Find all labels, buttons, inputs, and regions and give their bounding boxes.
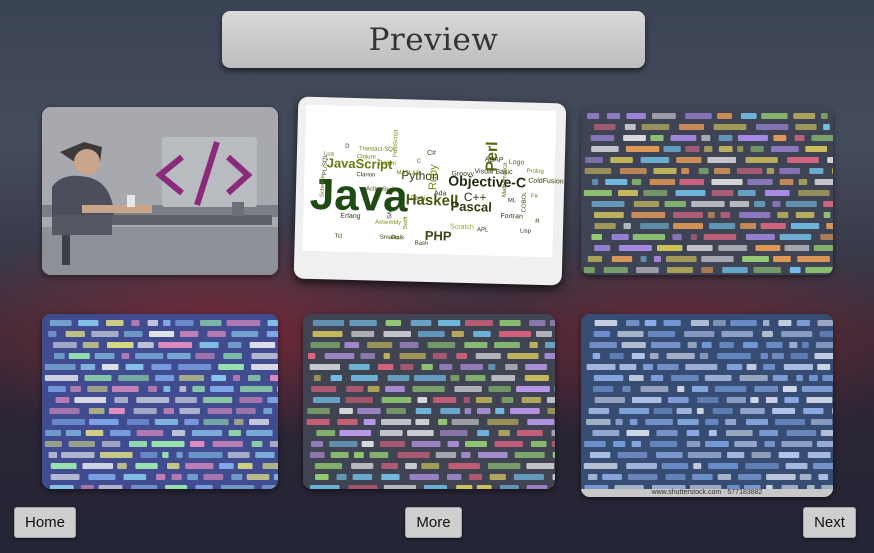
preview-title-banner: Preview bbox=[222, 11, 645, 68]
word-cloud-term: Assembly bbox=[375, 220, 401, 227]
word-cloud-term: PL/SQL bbox=[322, 154, 329, 176]
home-button[interactable]: Home bbox=[14, 507, 76, 538]
thumbnail-language-word-cloud[interactable]: Java JavaScript Python Haskell PHP Pascal Ruby… bbox=[293, 96, 567, 286]
word-cloud-term: Clojure bbox=[357, 154, 377, 161]
word-cloud-term: Clarion bbox=[356, 172, 375, 178]
word-cloud-term: ML bbox=[508, 198, 517, 204]
word-cloud-term: Tcl bbox=[335, 234, 342, 240]
developer-illustration-graphic bbox=[42, 107, 278, 275]
code-screen-dark-graphic bbox=[303, 314, 555, 489]
next-button[interactable]: Next bbox=[803, 507, 856, 538]
word-cloud-term: C++ bbox=[464, 190, 487, 205]
thumbnail-developer-illustration[interactable] bbox=[42, 107, 278, 275]
more-button[interactable]: More bbox=[405, 507, 462, 538]
word-cloud-term: PHP bbox=[425, 228, 452, 244]
word-cloud-term: Fortran bbox=[500, 213, 523, 221]
page-title: Preview bbox=[368, 21, 499, 58]
word-cloud-term: Logo bbox=[509, 159, 525, 166]
word-cloud-term: MATLAB bbox=[396, 170, 420, 177]
thumbnail-code-screen-blue[interactable] bbox=[42, 314, 278, 489]
tile-overlay bbox=[581, 314, 833, 489]
word-cloud-term: Swift bbox=[403, 216, 409, 229]
word-cloud-term: ActionScript bbox=[366, 186, 398, 193]
word-cloud-term: PostScript bbox=[393, 129, 400, 157]
word-cloud-term: Lisp bbox=[520, 228, 532, 234]
word-cloud-term: Scratch bbox=[450, 224, 474, 232]
thumbnail-code-screen-stock[interactable]: www.shutterstock.com · 577183882 bbox=[581, 314, 833, 497]
word-cloud-term: Prolog bbox=[526, 169, 543, 175]
word-cloud-term: Delphi bbox=[379, 161, 396, 167]
word-cloud-graphic: JavaJavaScriptPythonHaskellPHPPascalRuby… bbox=[302, 104, 564, 258]
code-screen-blue-graphic bbox=[42, 314, 278, 489]
thumbnail-code-screen-dark[interactable] bbox=[303, 314, 555, 489]
word-cloud-term: Bash bbox=[415, 241, 429, 247]
tile-overlay bbox=[581, 107, 833, 275]
thumbnail-code-screen-colorful[interactable] bbox=[581, 107, 833, 275]
word-cloud-term: Groovy bbox=[451, 171, 474, 179]
code-screen-colorful-graphic bbox=[581, 107, 833, 275]
word-cloud-term: Darbi bbox=[411, 196, 425, 202]
word-cloud-term: Ruby bbox=[427, 164, 440, 190]
word-cloud-term: C# bbox=[427, 150, 436, 157]
word-cloud-term: SAS bbox=[387, 207, 393, 219]
word-cloud-term: APL bbox=[477, 227, 489, 233]
word-cloud-term: COBOL bbox=[521, 191, 528, 213]
word-cloud-term: Mathematica bbox=[502, 162, 509, 197]
word-cloud-term: F# bbox=[531, 194, 539, 200]
tile-overlay bbox=[42, 314, 278, 489]
word-cloud-term: Erlang bbox=[340, 213, 361, 221]
code-screen-stock-graphic bbox=[581, 314, 833, 489]
word-cloud-term: Transact-SQL bbox=[359, 146, 397, 153]
word-cloud-term: Smalltalk bbox=[380, 235, 405, 242]
tile-overlay bbox=[303, 314, 555, 489]
word-cloud-term: ColdFusion bbox=[528, 178, 564, 186]
word-cloud-term: Scheme bbox=[320, 174, 327, 197]
word-cloud-term: ABAP bbox=[485, 156, 504, 163]
word-cloud-term: Ada bbox=[434, 190, 447, 197]
stock-watermark: www.shutterstock.com · 577183882 bbox=[581, 489, 833, 497]
